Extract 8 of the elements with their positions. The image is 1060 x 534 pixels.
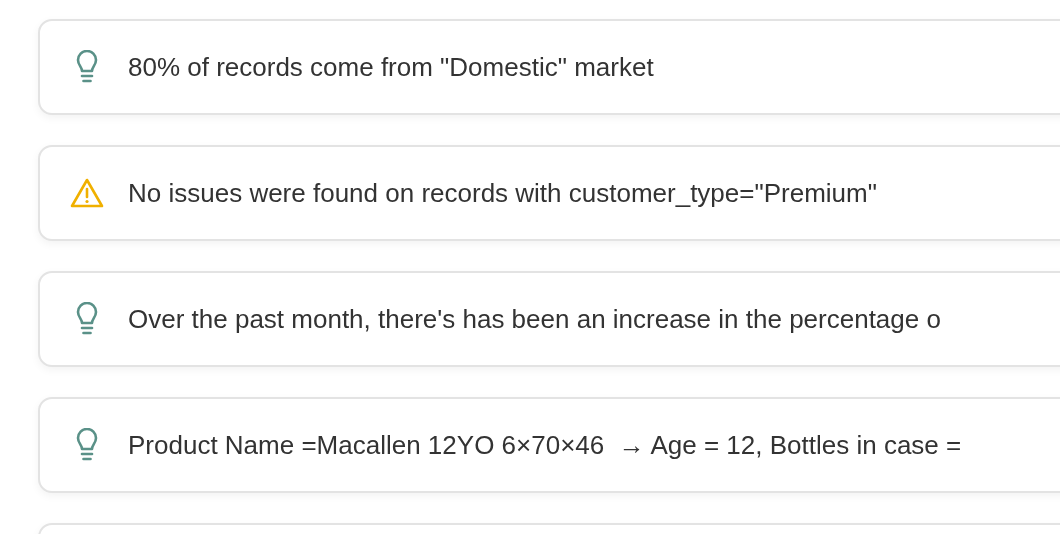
lightbulb-icon	[76, 50, 98, 84]
lightbulb-icon	[76, 302, 98, 336]
warning-icon	[70, 178, 104, 208]
insight-text: Over the past month, there's has been an increase in the percentage o	[128, 303, 941, 335]
insight-text: Product Name =Macallen 12YO 6×70×46 → Age = 12, Bottles in case =	[128, 429, 962, 461]
insight-text: No issues were found on records with customer_type="Premium"	[128, 177, 877, 209]
insight-text: 80% of records come from "Domestic" market	[128, 51, 654, 83]
lightbulb-icon	[76, 428, 98, 462]
